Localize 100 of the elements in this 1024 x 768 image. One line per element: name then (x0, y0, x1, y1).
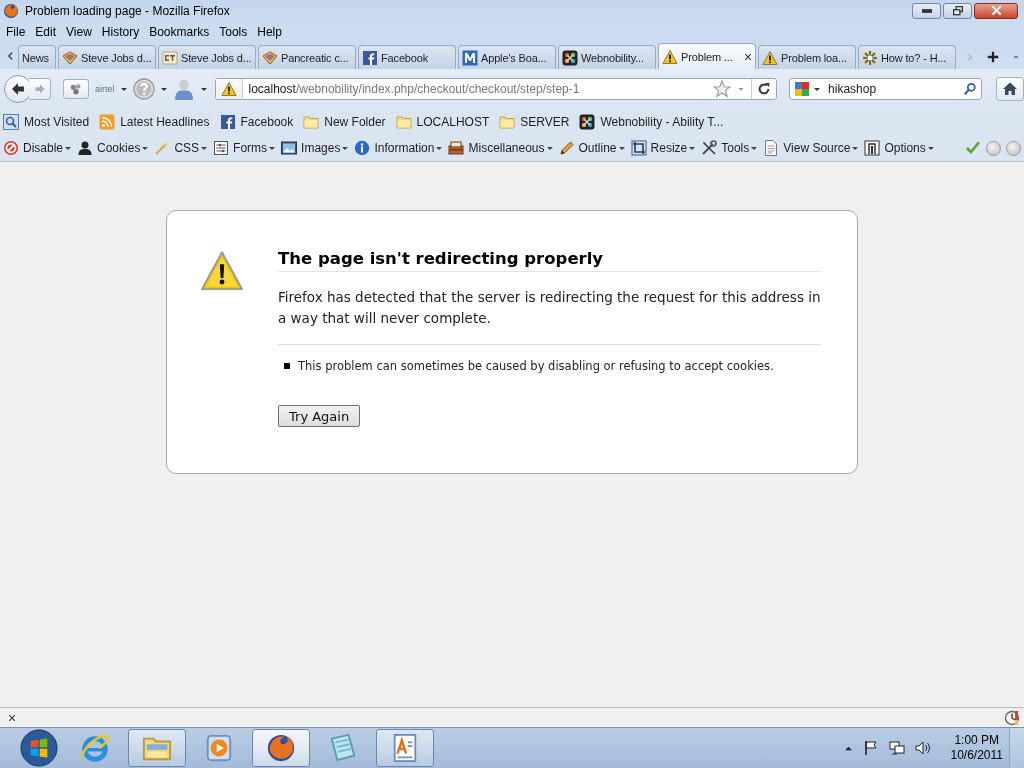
facebook-icon (362, 49, 378, 66)
checkmark-icon (965, 140, 981, 156)
network-icon[interactable] (888, 740, 905, 756)
restore-button[interactable] (943, 2, 972, 19)
browser-tab[interactable]: Facebook (358, 45, 456, 69)
browser-tab[interactable]: Apple's Boa... (458, 45, 556, 69)
browser-tab[interactable]: Problem loa... (758, 45, 856, 69)
bookmark-link[interactable]: SERVER (520, 115, 570, 129)
menu-item[interactable]: Edit (31, 24, 61, 39)
addon-status-icon[interactable] (1004, 709, 1020, 726)
restore-icon (952, 5, 963, 16)
browser-tab[interactable]: Problem ... × (658, 43, 756, 69)
toolbar-menu[interactable]: Resize (650, 141, 688, 155)
window-title: Problem loading page - Mozilla Firefox (25, 3, 230, 18)
document-icon (763, 140, 780, 156)
toolbar-menu[interactable]: Miscellaneous (468, 141, 545, 155)
start-button[interactable] (20, 729, 58, 767)
warning-icon (762, 49, 778, 66)
no-entry-icon (3, 140, 19, 156)
home-button[interactable] (996, 77, 1024, 101)
wrench-screwdriver-icon (701, 140, 718, 156)
toolbar-menu[interactable]: Forms (233, 141, 268, 155)
warning-icon (662, 48, 678, 65)
volume-icon[interactable] (914, 740, 931, 756)
flag-icon[interactable] (862, 740, 879, 756)
bookmark-link[interactable]: LOCALHOST (416, 115, 490, 129)
error-description: Firefox has detected that the server is redirecting the request for this address in a way that will never complete. (278, 287, 821, 345)
bookmark-link[interactable]: Latest Headlines (120, 115, 210, 129)
tab-list-icon[interactable] (1012, 53, 1020, 61)
taskbar-button[interactable] (376, 729, 434, 767)
toolbox-icon (448, 140, 465, 156)
pencil-icon (558, 140, 575, 156)
magnifier-icon (3, 114, 19, 130)
forward-arrow-icon (33, 83, 46, 95)
user-icon[interactable] (172, 78, 195, 100)
close-tab-button[interactable]: × (743, 48, 752, 65)
joomla-icon (562, 49, 578, 66)
browser-tab[interactable]: Steve Jobs d... (58, 45, 156, 69)
help-icon[interactable] (132, 78, 155, 100)
new-tab-icon[interactable] (986, 50, 1000, 64)
clock-date[interactable]: 10/6/2011 (950, 748, 1003, 763)
try-again-button[interactable]: Try Again (278, 405, 361, 427)
bookmark-link[interactable]: Webnobility - Ability T... (600, 115, 724, 129)
browser-tab[interactable]: Pancreatic c... (258, 45, 356, 69)
bookmark-link[interactable]: Most Visited (24, 115, 90, 129)
toolbar-menu[interactable]: Cookies (97, 141, 141, 155)
toolbar-menu[interactable]: Images (301, 141, 341, 155)
minimize-button[interactable] (912, 2, 941, 19)
taskbar-button[interactable] (252, 729, 310, 767)
url-text: localhost/webnobility/index.php/checkout/checkout/step/step-1 (248, 82, 580, 96)
search-field[interactable]: hikashop (789, 78, 982, 100)
browser-tab[interactable]: How to? - H... (858, 45, 956, 69)
toolbar-menu[interactable]: Information (374, 141, 435, 155)
browser-tab[interactable]: Webnobility... (558, 45, 656, 69)
sunburst-icon (862, 49, 878, 66)
search-text[interactable]: hikashop (828, 82, 959, 96)
clock-time[interactable]: 1:00 PM (954, 733, 1000, 748)
close-button[interactable] (974, 2, 1018, 19)
reload-icon[interactable] (757, 82, 772, 96)
browser-tab[interactable]: Steve Jobs d... (158, 45, 256, 69)
firefox-icon (266, 733, 296, 763)
form-icon (213, 140, 230, 156)
addon-button[interactable] (63, 79, 89, 99)
bookmark-link[interactable]: New Folder (324, 115, 386, 129)
browser-tab[interactable]: News (18, 45, 56, 69)
book-icon (262, 49, 278, 66)
crop-icon (630, 140, 647, 156)
bookmark-link[interactable]: Facebook (240, 115, 294, 129)
status-light (986, 140, 1001, 156)
menu-item[interactable]: Tools (215, 24, 252, 39)
menu-item[interactable]: Help (253, 24, 286, 39)
facebook-icon (219, 114, 236, 130)
person-silhouette-icon (77, 140, 94, 156)
m-logo-icon (462, 49, 478, 66)
address-bar[interactable]: localhost/webnobility/index.php/checkout/checkout/step/step-1 (214, 78, 778, 100)
bullet-icon (284, 363, 290, 369)
toolbar-menu[interactable]: Disable (23, 141, 64, 155)
image-icon (281, 140, 298, 156)
folder-icon (303, 114, 320, 130)
toolbar-menu[interactable]: Tools (721, 141, 750, 155)
toolbar-menu[interactable]: View Source (783, 141, 851, 155)
search-icon[interactable] (963, 82, 977, 96)
back-button[interactable] (4, 75, 32, 103)
scroll-left-icon[interactable] (5, 50, 15, 62)
notepad-icon (328, 733, 358, 763)
rss-icon (99, 114, 116, 130)
close-bar-button[interactable]: × (8, 709, 17, 726)
bookmark-star-icon[interactable] (713, 80, 732, 98)
menu-item[interactable]: Bookmarks (145, 24, 214, 39)
menu-item[interactable]: History (97, 24, 144, 39)
toolbar-menu[interactable]: CSS (174, 141, 200, 155)
options-icon (864, 140, 881, 156)
bullet-text: This problem can sometimes be caused by disabling or refusing to accept cookies. (298, 359, 774, 373)
toolbar-menu[interactable]: Options (884, 141, 926, 155)
addon-label: airtel (95, 84, 115, 94)
menu-item[interactable]: View (62, 24, 96, 39)
menu-item[interactable]: File (2, 24, 30, 39)
toolbar-menu[interactable]: Outline (578, 141, 617, 155)
dropdown-icon[interactable] (737, 85, 746, 93)
folder-icon (395, 114, 412, 130)
